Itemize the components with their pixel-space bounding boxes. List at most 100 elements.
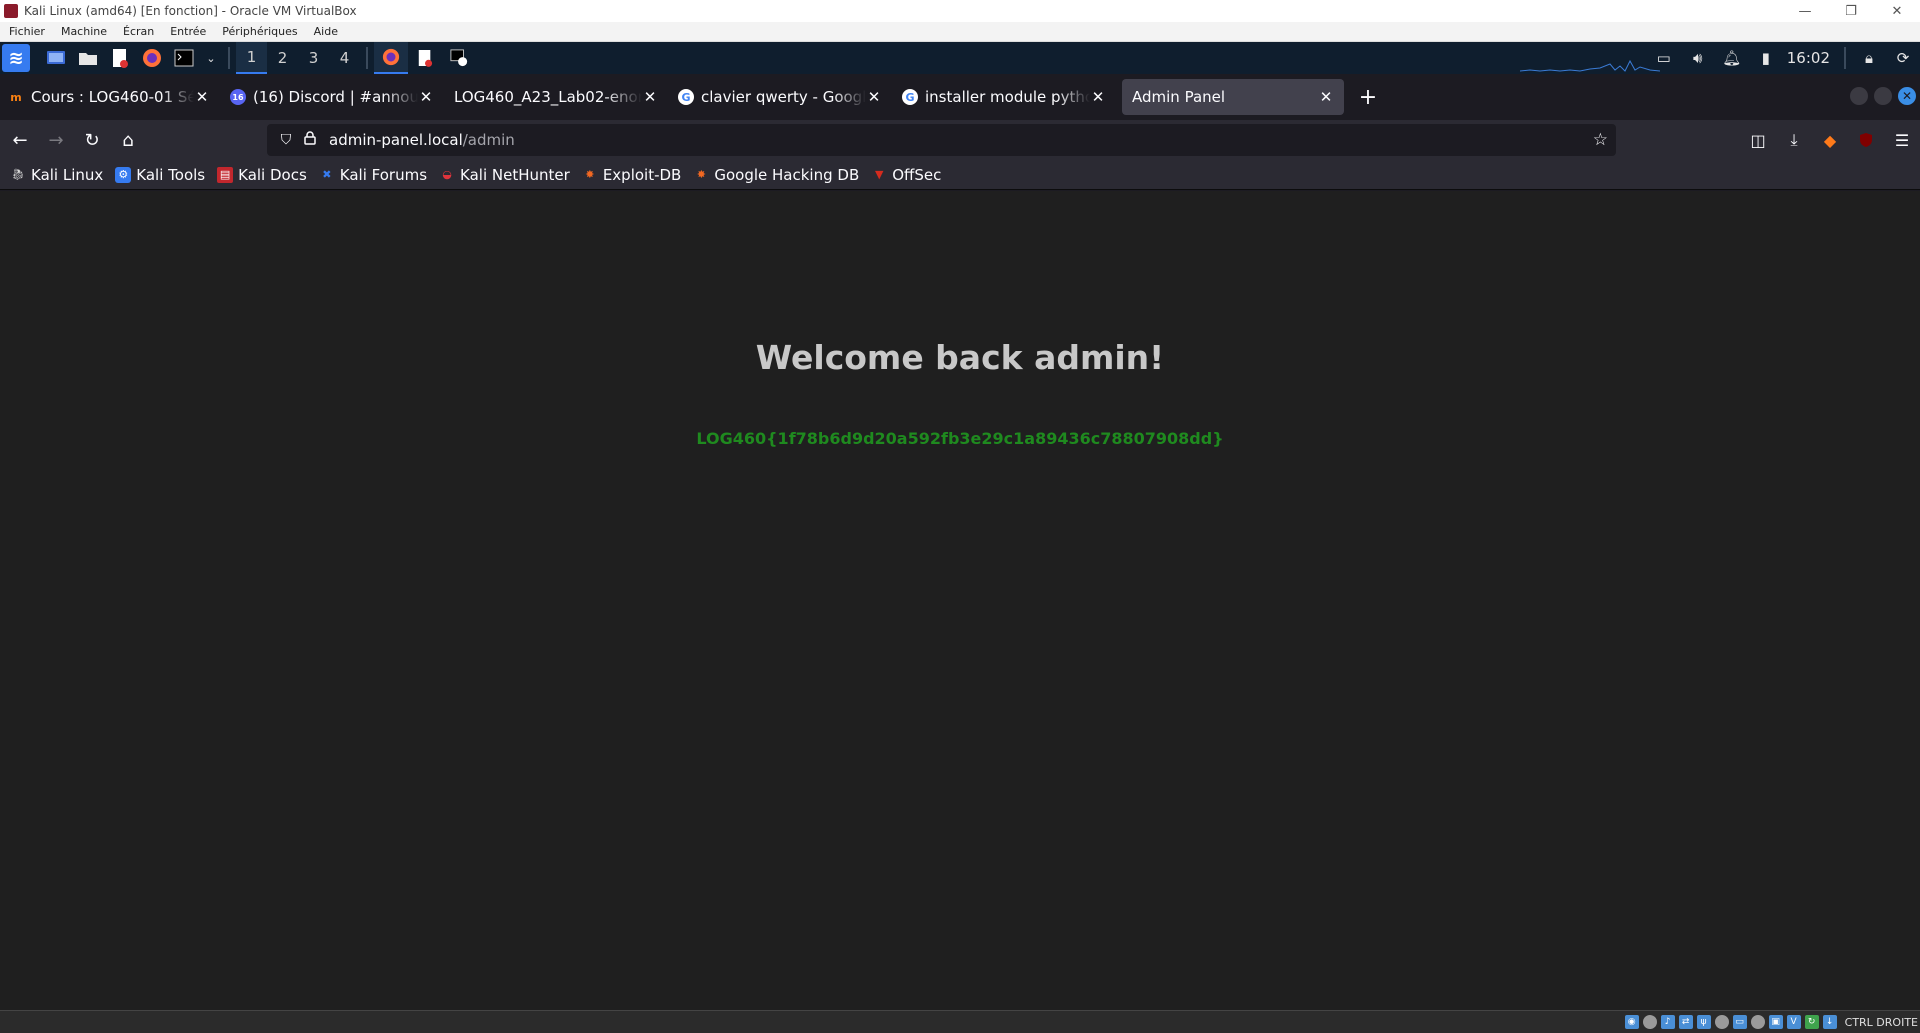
menu-peripheriques[interactable]: Périphériques: [213, 25, 304, 38]
logout-icon[interactable]: ⟳: [1892, 47, 1914, 69]
kali-panel: ≋ ⌄ 1 2 3 4 ▭ 🔊︎ 🔔︎ ▮ 16:02 🔒︎ ⟳: [0, 42, 1920, 74]
menu-ecran[interactable]: Écran: [114, 25, 161, 38]
mouse-integration-icon[interactable]: ↓: [1822, 1015, 1837, 1029]
cpu-icon[interactable]: ▣: [1768, 1015, 1783, 1029]
bookmark-label: Google Hacking DB: [714, 165, 860, 184]
virtualization-icon[interactable]: V: [1786, 1015, 1801, 1029]
menu-entree[interactable]: Entrée: [161, 25, 213, 38]
lock-icon[interactable]: 🔒︎: [1858, 47, 1880, 69]
network-icon[interactable]: ⇄: [1678, 1015, 1693, 1029]
minimize-icon[interactable]: [1850, 87, 1868, 105]
firefox-icon[interactable]: [141, 47, 163, 69]
vbox-window-title: Kali Linux (amd64) [En fonction] - Oracl…: [24, 4, 357, 18]
panel-clock[interactable]: 16:02: [1787, 49, 1830, 67]
workspace-1[interactable]: 1: [236, 42, 267, 74]
maximize-icon[interactable]: [1874, 87, 1892, 105]
close-tab-icon[interactable]: ✕: [1318, 88, 1334, 106]
google-icon: G: [902, 89, 918, 105]
taskbar-terminal-window[interactable]: [442, 42, 476, 74]
new-tab-button[interactable]: +: [1352, 81, 1384, 113]
volume-icon[interactable]: 🔊︎: [1687, 47, 1709, 69]
battery-icon[interactable]: ▮: [1755, 47, 1777, 69]
close-tab-icon[interactable]: ✕: [1090, 88, 1106, 106]
bookmark-kali-forums[interactable]: ✖ Kali Forums: [319, 166, 427, 184]
show-desktop-icon[interactable]: [45, 47, 67, 69]
workspace-2[interactable]: 2: [267, 42, 298, 74]
page-content: Welcome back admin! LOG460{1f78b6d9d20a5…: [0, 191, 1920, 1010]
panel-tray: ▭ 🔊︎ 🔔︎ ▮ 16:02 🔒︎ ⟳: [1647, 42, 1920, 74]
workspace-4[interactable]: 4: [329, 42, 360, 74]
tab-cours-log460[interactable]: m Cours : LOG460-01 Sécurité logicielle …: [0, 79, 220, 115]
shared-folders-icon[interactable]: [1714, 1015, 1729, 1029]
kali-tools-icon: ⚙: [115, 166, 132, 183]
url-text[interactable]: admin-panel.local/admin: [329, 131, 515, 149]
taskbar-editor-window[interactable]: [408, 42, 442, 74]
url-bar[interactable]: ⛉ admin-panel.local/admin ☆: [267, 124, 1616, 156]
guest-additions-icon[interactable]: ↻: [1804, 1015, 1819, 1029]
audio-icon[interactable]: ♪: [1660, 1015, 1675, 1029]
exploit-db-icon: ✸: [585, 168, 595, 181]
bookmark-google-hacking-db[interactable]: ✸ Google Hacking DB: [693, 166, 859, 184]
bookmark-exploit-db[interactable]: ✸ Exploit-DB: [582, 165, 682, 184]
home-button[interactable]: ⌂: [112, 124, 144, 156]
menu-aide[interactable]: Aide: [305, 25, 345, 38]
restore-icon[interactable]: ❐: [1828, 4, 1874, 19]
bookmark-star-icon[interactable]: ☆: [1593, 130, 1608, 150]
hamburger-menu-icon[interactable]: ☰: [1886, 124, 1918, 156]
virtualbox-icon: [4, 4, 18, 18]
tab-lab02-enonce[interactable]: LOG460_A23_Lab02-enonce ✕: [444, 79, 668, 115]
pocket-icon[interactable]: ◫: [1742, 124, 1774, 156]
tab-google-clavier[interactable]: G clavier qwerty - Google Search ✕: [668, 79, 892, 115]
browser-window-controls: ✕: [1844, 87, 1916, 105]
close-tab-icon[interactable]: ✕: [642, 88, 658, 106]
recording-icon[interactable]: [1750, 1015, 1765, 1029]
bookmark-kali-docs[interactable]: ▤ Kali Docs: [217, 166, 307, 184]
reload-button[interactable]: ↻: [76, 124, 108, 156]
kali-menu-icon[interactable]: ≋: [2, 44, 30, 72]
bookmark-offsec[interactable]: ▼ OffSec: [871, 166, 941, 184]
foxyproxy-icon[interactable]: ◆: [1814, 124, 1846, 156]
taskbar-firefox-window[interactable]: [374, 42, 408, 74]
chevron-down-icon[interactable]: ⌄: [205, 47, 217, 69]
close-tab-icon[interactable]: ✕: [418, 88, 434, 106]
forward-button[interactable]: →: [40, 124, 72, 156]
cpu-graph: [1520, 59, 1660, 72]
file-manager-icon[interactable]: [77, 47, 99, 69]
menu-machine[interactable]: Machine: [52, 25, 114, 38]
tracking-shield-icon[interactable]: ⛉: [275, 132, 297, 148]
tab-discord[interactable]: 16 (16) Discord | #announcements ✕: [220, 79, 444, 115]
downloads-icon[interactable]: ⤓: [1778, 124, 1810, 156]
workspace-3[interactable]: 3: [298, 42, 329, 74]
bookmark-label: Kali Tools: [136, 165, 206, 184]
bookmark-label: Kali Linux: [31, 165, 104, 184]
bookmark-kali-tools[interactable]: ⚙ Kali Tools: [115, 166, 205, 184]
usb-icon[interactable]: ψ: [1696, 1015, 1711, 1029]
panel-separator: [1844, 47, 1846, 69]
hard-disk-icon[interactable]: ◉: [1624, 1015, 1639, 1029]
panel-separator: [366, 47, 368, 69]
firefox-icon: [382, 48, 400, 66]
page-heading: Welcome back admin!: [755, 338, 1165, 377]
terminal-icon[interactable]: [173, 47, 195, 69]
ublock-origin-icon[interactable]: [1850, 124, 1882, 156]
display-icon[interactable]: ▭: [1732, 1015, 1747, 1029]
menu-fichier[interactable]: Fichier: [0, 25, 52, 38]
back-button[interactable]: ←: [4, 124, 36, 156]
optical-drive-icon[interactable]: [1642, 1015, 1657, 1029]
close-icon[interactable]: ✕: [1874, 4, 1920, 19]
moodle-icon: m: [10, 90, 22, 104]
tab-admin-panel[interactable]: Admin Panel ✕: [1122, 79, 1344, 115]
lock-icon[interactable]: [299, 131, 321, 149]
toolbar-right: ◫ ⤓ ◆ ☰: [1740, 124, 1920, 156]
close-tab-icon[interactable]: ✕: [866, 88, 882, 106]
display-icon[interactable]: ▭: [1653, 47, 1675, 69]
text-editor-icon[interactable]: [109, 47, 131, 69]
notification-bell-icon[interactable]: 🔔︎: [1721, 47, 1743, 69]
bookmark-kali-linux[interactable]: 🐉︎ Kali Linux: [10, 166, 103, 184]
bookmark-kali-nethunter[interactable]: ◒ Kali NetHunter: [439, 166, 570, 184]
bookmark-label: Exploit-DB: [602, 165, 682, 184]
close-icon[interactable]: ✕: [1898, 87, 1916, 105]
tab-google-python[interactable]: G installer module python hors ligne ✕: [892, 79, 1116, 115]
minimize-icon[interactable]: —: [1782, 4, 1828, 19]
close-tab-icon[interactable]: ✕: [194, 88, 210, 106]
